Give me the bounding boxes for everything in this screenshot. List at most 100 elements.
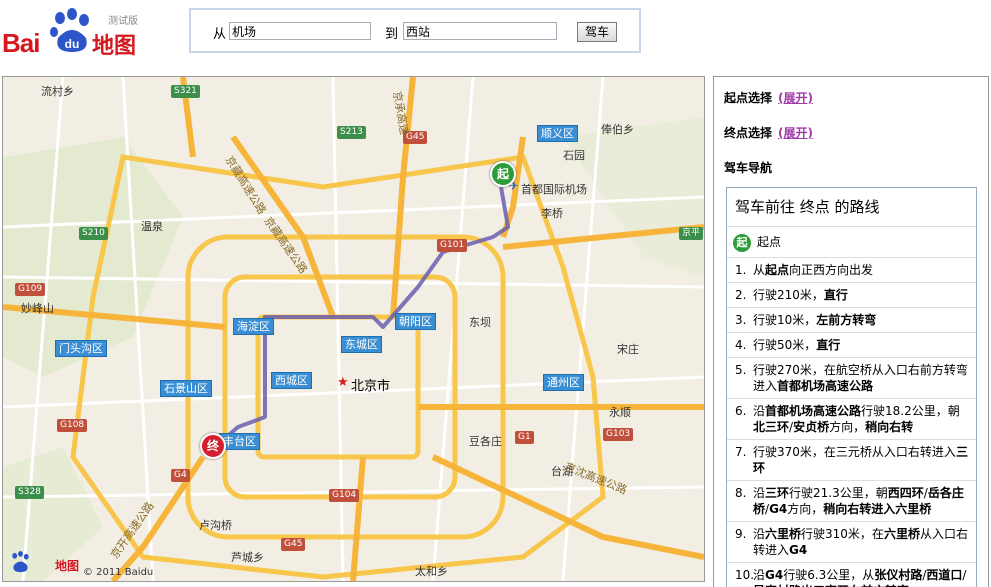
step-text: 直行	[823, 288, 848, 302]
highway-shield: G104	[329, 489, 360, 502]
route-steps: 1. 从起点向正西方向出发 2. 行驶210米，直行 3. 行驶10米，左前方转弯 4. 行驶…	[727, 258, 976, 587]
route-step[interactable]: 3. 行驶10米，左前方转弯	[727, 308, 976, 333]
step-text: 六里桥	[765, 527, 802, 541]
from-label: 从	[213, 27, 227, 42]
step-text: 沿	[753, 486, 766, 500]
step-text: 六里桥	[883, 527, 920, 541]
paw-icon: du	[50, 8, 89, 52]
place-label: 首都国际机场	[521, 183, 587, 196]
highway-shield: G103	[603, 428, 634, 441]
route-step[interactable]: 7. 行驶370米，在三元桥从入口右转进入三环	[727, 440, 976, 481]
step-text: 张仪村路	[874, 568, 923, 582]
route-box: 驾车前往 终点 的路线 起起点 1. 从起点向正西方向出发 2. 行驶210米，直行 3…	[726, 187, 977, 587]
map-roads	[3, 77, 704, 581]
step-text: 行驶21.3公里，朝	[789, 486, 888, 500]
step-text: 起点	[765, 263, 790, 277]
highway-shield: G109	[15, 283, 46, 296]
step-text: 六里桥	[895, 502, 932, 516]
step-text: 三环	[765, 486, 790, 500]
highway-shield: G1	[515, 431, 534, 444]
route-step[interactable]: 10.沿G4行驶6.3公里，从张仪村路/西道口/吴家村路出口离开右前方转弯	[727, 563, 976, 587]
highway-shield: G101	[437, 239, 468, 252]
route-step[interactable]: 8. 沿三环行驶21.3公里，朝西四环/岳各庄桥/G4方向，稍向右转进入六里桥	[727, 481, 976, 522]
step-number: 8.	[735, 486, 747, 500]
map-canvas[interactable]: 流村乡 温泉 妙峰山 首都国际机场 李桥 石园 俸伯乡 东坝 宋庄 永顺 豆各庄…	[2, 76, 705, 582]
step-number: 2.	[735, 288, 747, 302]
baidu-map-logo[interactable]: Bai du 地图 测试版	[2, 6, 152, 59]
place-label: 永顺	[609, 406, 631, 419]
step-text: 航空桥	[835, 363, 872, 377]
district-label: 海淀区	[233, 318, 274, 335]
step-text: 行驶270米，在	[753, 363, 836, 377]
step-text: 安贞桥	[793, 420, 830, 434]
paw-icon	[12, 551, 29, 573]
start-expand-link[interactable]: (展开)	[778, 91, 813, 105]
place-label: 豆各庄	[469, 435, 502, 448]
step-number: 7.	[735, 445, 747, 459]
step-text: 首都机场高速公路	[765, 404, 862, 418]
route-step[interactable]: 2. 行驶210米，直行	[727, 283, 976, 308]
place-label: 流村乡	[41, 85, 74, 98]
highway-shield: S321	[171, 85, 200, 98]
step-text: 沿	[753, 404, 766, 418]
start-icon: 起	[733, 233, 751, 252]
place-label: 太和乡	[415, 565, 448, 578]
step-text: 行驶210米，	[753, 288, 824, 302]
step-text: 西四环	[887, 486, 924, 500]
drive-button[interactable]: 驾车	[577, 22, 617, 42]
district-label: 西城区	[271, 372, 312, 389]
step-text: G4	[769, 502, 788, 516]
route-step[interactable]: 4. 行驶50米，直行	[727, 333, 976, 358]
to-input[interactable]	[403, 22, 557, 40]
route-step[interactable]: 1. 从起点向正西方向出发	[727, 258, 976, 283]
step-text: 稍向右转进入	[823, 502, 896, 516]
highway-shield: G4	[171, 469, 190, 482]
route-step[interactable]: 9. 沿六里桥行驶310米，在六里桥从入口右转进入G4	[727, 522, 976, 563]
step-text: 方向，	[829, 420, 866, 434]
step-text: 首都机场高速公路	[777, 379, 874, 393]
route-start-row[interactable]: 起起点	[727, 227, 976, 258]
route-panel: 起点选择 (展开) 终点选择 (展开) 驾车导航 驾车前往 终点 的路线 起起点 1…	[713, 76, 989, 587]
step-number: 6.	[735, 404, 747, 418]
route-title: 驾车前往 终点 的路线	[727, 188, 976, 227]
place-label: 芦城乡	[231, 551, 264, 564]
step-text: 左前方转弯	[816, 313, 877, 327]
step-text: 方向，	[787, 502, 824, 516]
step-text: /	[962, 568, 967, 582]
start-select-label: 起点选择	[724, 91, 773, 105]
highway-shield: G108	[57, 419, 88, 432]
step-text: 行驶370米，在	[753, 445, 836, 459]
highway-shield: S328	[15, 486, 44, 499]
end-pin[interactable]: 终	[200, 433, 226, 459]
to-label: 到	[385, 27, 399, 42]
route-step[interactable]: 6. 沿首都机场高速公路行驶18.2公里，朝北三环/安贞桥方向，稍向右转	[727, 399, 976, 440]
place-label: 李桥	[541, 207, 563, 220]
step-text: G4	[765, 568, 784, 582]
step-text: 行驶6.3公里，从	[783, 568, 875, 582]
step-text: 直行	[816, 338, 841, 352]
route-step[interactable]: 5. 行驶270米，在航空桥从入口右前方转弯进入首都机场高速公路	[727, 358, 976, 399]
district-label: 石景山区	[160, 380, 212, 397]
step-number: 9.	[735, 527, 747, 541]
step-text: 从	[753, 263, 766, 277]
logo-du-text: du	[65, 37, 80, 51]
logo-map-text: 地图	[92, 34, 137, 59]
step-number: 3.	[735, 313, 747, 327]
place-label: 妙峰山	[21, 302, 54, 315]
step-text: G4	[789, 543, 808, 557]
end-expand-link[interactable]: (展开)	[778, 126, 813, 140]
step-text: 行驶310米，在	[801, 527, 884, 541]
highway-shield: S210	[79, 227, 108, 240]
from-input[interactable]	[229, 22, 371, 40]
logo-beta-text: 测试版	[108, 16, 138, 27]
city-label: 北京市	[351, 379, 391, 394]
step-text: 三元桥	[835, 445, 872, 459]
highway-shield: 京平	[679, 227, 704, 240]
map-copyright: © 2011 Baidu	[83, 567, 154, 578]
logo-bai-text: Bai	[2, 28, 40, 58]
step-text: 行驶50米，	[753, 338, 817, 352]
district-label: 门头沟区	[55, 340, 107, 357]
start-pin[interactable]: 起	[490, 161, 516, 187]
end-select-label: 终点选择	[724, 126, 773, 140]
step-number: 4.	[735, 338, 747, 352]
